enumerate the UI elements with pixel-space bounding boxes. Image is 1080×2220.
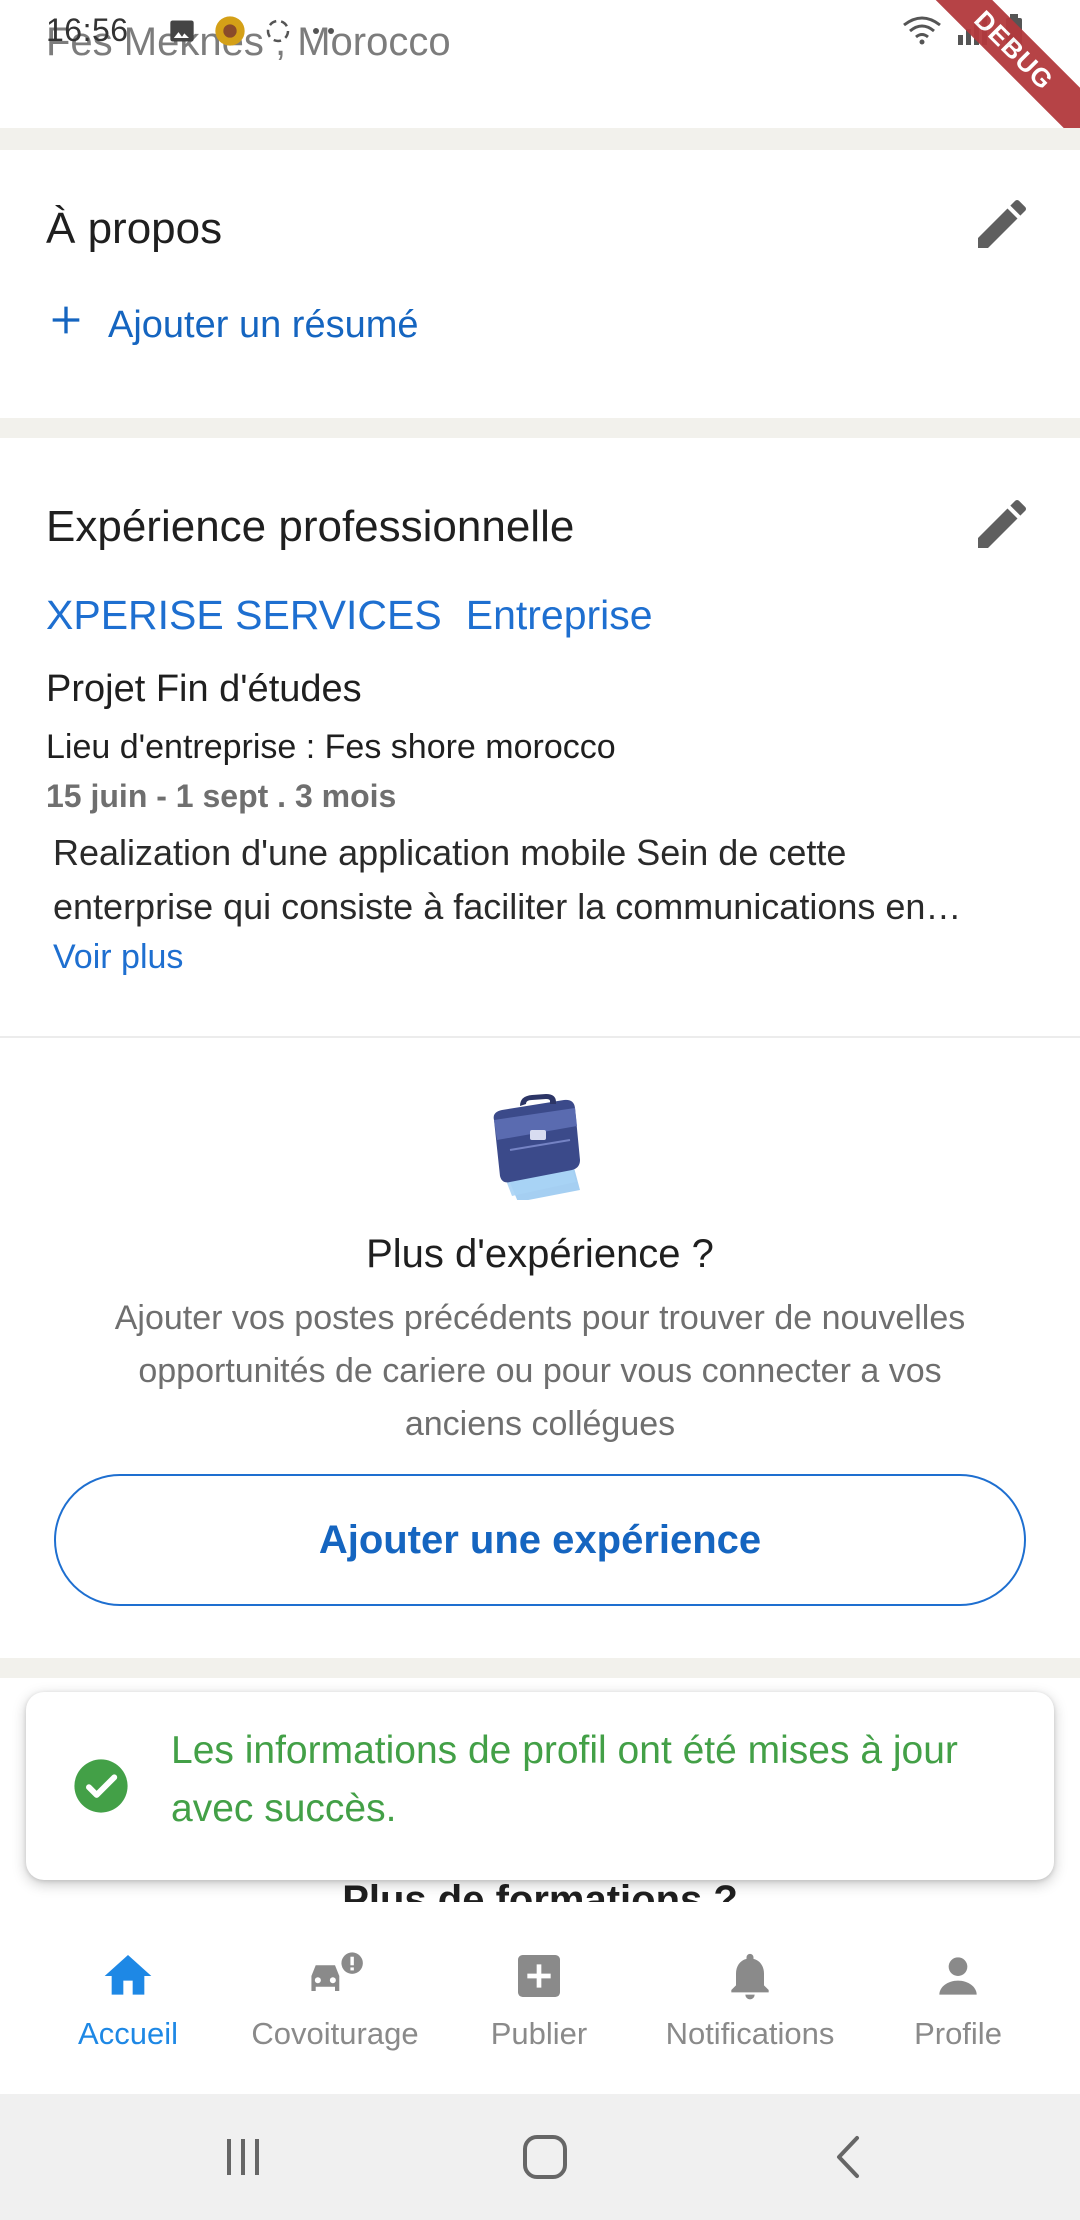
job-description-line: enterprise qui consiste à faciliter la c… — [53, 886, 962, 927]
nav-label: Covoiturage — [251, 2016, 419, 2051]
company-type: Entreprise — [465, 592, 653, 638]
recent-apps-icon[interactable] — [210, 2124, 276, 2190]
more-dots-icon — [309, 14, 343, 48]
more-experience-text: Ajouter vos postes précédents pour trouv… — [114, 1299, 966, 1443]
home-button-icon[interactable] — [512, 2124, 578, 2190]
check-circle-icon — [72, 1757, 130, 1815]
nav-label: Profile — [914, 2016, 1002, 2051]
bottom-navigation: Accueil Covoiturage Publier Notification… — [0, 1902, 1080, 2094]
success-snackbar: Les informations de profil ont été mises… — [26, 1692, 1054, 1880]
company-line[interactable]: XPERISE SERVICES Entreprise — [46, 592, 653, 639]
plus-icon — [46, 300, 86, 350]
gallery-icon — [165, 14, 199, 48]
experience-title: Expérience professionnelle — [46, 502, 575, 551]
section-divider — [0, 418, 1080, 438]
nav-item-notifications[interactable]: Notifications — [642, 1902, 858, 2094]
job-location: Lieu d'entreprise : Fes shore morocco — [46, 728, 616, 766]
app-badge-icon — [213, 14, 247, 48]
nav-item-home[interactable]: Accueil — [20, 1902, 236, 2094]
see-more-link[interactable]: Voir plus — [53, 938, 183, 977]
bell-icon — [720, 1946, 780, 2006]
nav-item-carpool[interactable]: Covoiturage — [227, 1902, 443, 2094]
car-alert-icon — [305, 1946, 365, 2006]
add-summary-label: Ajouter un résumé — [108, 303, 419, 346]
job-description: Realization d'une application mobile Sei… — [53, 826, 1073, 934]
company-name[interactable]: XPERISE SERVICES — [46, 592, 442, 639]
job-title: Projet Fin d'études — [46, 668, 362, 710]
divider — [0, 1036, 1080, 1038]
add-summary-button[interactable]: Ajouter un résumé — [46, 300, 419, 350]
nav-label: Publier — [490, 2016, 588, 2051]
sync-icon — [261, 14, 295, 48]
job-description-line: Realization d'une application mobile Sei… — [53, 832, 847, 873]
add-experience-button[interactable]: Ajouter une expérience — [54, 1474, 1026, 1606]
status-bar: Fes Meknes , Morocco 16:56 DEBUG — [0, 0, 1080, 149]
system-navigation-bar — [0, 2094, 1080, 2220]
section-divider — [0, 128, 1080, 150]
wifi-icon — [902, 15, 942, 50]
nav-item-publish[interactable]: Publier — [431, 1902, 647, 2094]
nav-item-profile[interactable]: Profile — [850, 1902, 1066, 2094]
edit-about-icon[interactable] — [970, 192, 1034, 256]
nav-label: Accueil — [78, 2016, 178, 2051]
about-section: À propos Ajouter un résumé — [0, 150, 1080, 418]
more-experience-title: Plus d'expérience ? — [366, 1232, 714, 1276]
back-icon[interactable] — [816, 2124, 882, 2190]
status-notification-icons — [165, 14, 343, 48]
snackbar-message: Les informations de profil ont été mises… — [171, 1729, 958, 1830]
about-title: À propos — [46, 204, 223, 253]
briefcase-icon — [480, 1090, 590, 1202]
job-dates: 15 juin - 1 sept . 3 mois — [46, 778, 397, 814]
add-box-icon — [509, 1946, 569, 2006]
edit-experience-icon[interactable] — [970, 492, 1034, 556]
nav-label: Notifications — [665, 2016, 835, 2051]
section-divider — [0, 1658, 1080, 1678]
home-icon — [98, 1946, 158, 2006]
person-icon — [928, 1946, 988, 2006]
status-time: 16:56 — [46, 12, 129, 48]
